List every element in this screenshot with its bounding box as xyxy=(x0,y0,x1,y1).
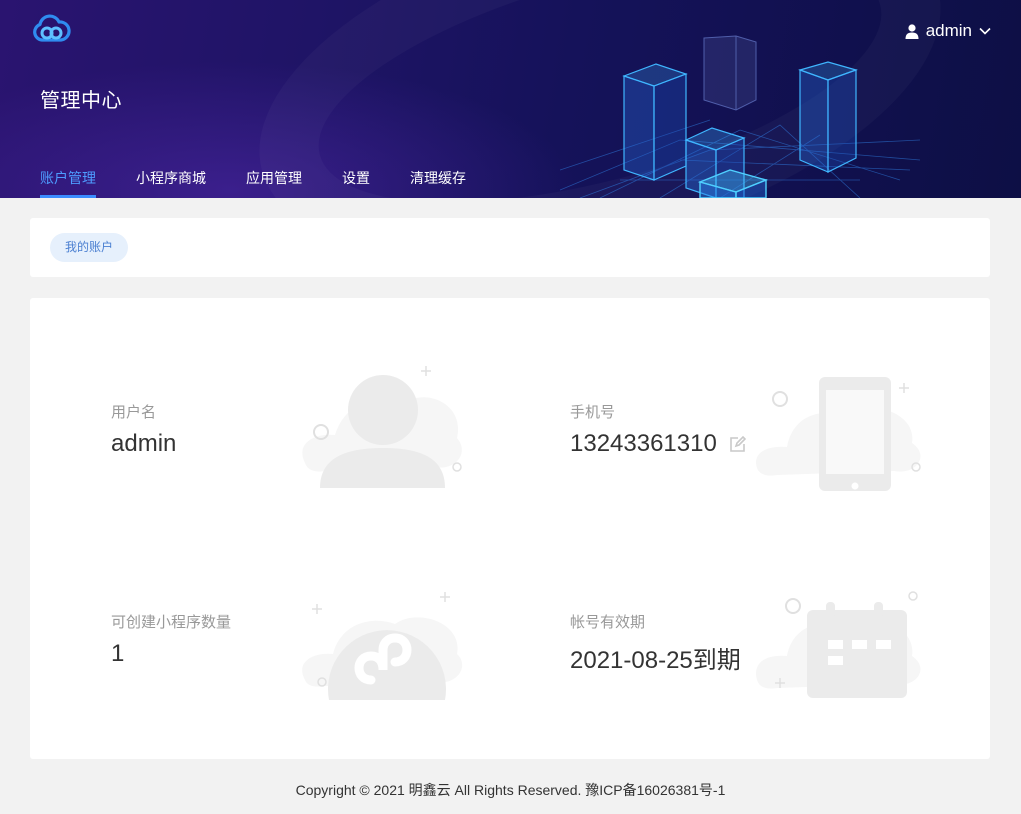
expiry-label: 帐号有效期 xyxy=(570,614,646,631)
quota-label: 可创建小程序数量 xyxy=(111,614,232,631)
quota-value: 1 xyxy=(111,640,231,668)
phone-value: 13243361310 xyxy=(570,430,746,458)
nav-account-management[interactable]: 账户管理 xyxy=(40,168,96,198)
nav-clear-cache[interactable]: 清理缓存 xyxy=(410,168,466,198)
phone-block: 手机号 13243361310 xyxy=(570,401,746,458)
username-value: admin xyxy=(111,430,176,458)
nav-settings[interactable]: 设置 xyxy=(342,168,370,198)
chevron-down-icon xyxy=(979,27,991,35)
breadcrumb-my-account[interactable]: 我的账户 xyxy=(50,233,129,262)
expiry-text: 2021-08-25到期 xyxy=(570,647,741,674)
expiry-block: 帐号有效期 2021-08-25到期 xyxy=(570,611,741,675)
username-label: 用户名 xyxy=(111,404,157,421)
breadcrumb: 我的账户 xyxy=(30,218,990,277)
main-nav: 账户管理 小程序商城 应用管理 设置 清理缓存 xyxy=(40,168,506,198)
calendar-illustration-icon xyxy=(756,591,921,698)
quota-block: 可创建小程序数量 1 xyxy=(111,611,231,668)
expiry-value: 2021-08-25到期 xyxy=(570,640,741,675)
mini-program-illustration-icon xyxy=(302,592,463,700)
user-illustration-icon xyxy=(302,366,462,488)
page-title: 管理中心 xyxy=(40,90,122,112)
user-name: admin xyxy=(925,21,972,40)
nav-mini-program-mall[interactable]: 小程序商城 xyxy=(136,168,206,198)
phone-text: 13243361310 xyxy=(570,430,717,457)
phone-illustration-icon xyxy=(756,377,921,491)
header: admin 管理中心 账户管理 小程序商城 应用管理 设置 清理缓存 xyxy=(0,0,1021,198)
city-illustration xyxy=(560,35,920,198)
quota-text: 1 xyxy=(111,640,125,667)
username-text: admin xyxy=(111,430,177,457)
footer-copyright: Copyright © 2021 明鑫云 All Rights Reserved… xyxy=(295,782,726,798)
username-block: 用户名 admin xyxy=(111,401,176,458)
cloud-logo-icon[interactable] xyxy=(31,12,71,44)
account-info-card: 用户名 admin 手机号 13243361310 可创建小程序数量 1 帐号有… xyxy=(30,298,990,759)
edit-icon[interactable] xyxy=(729,435,746,453)
nav-app-management[interactable]: 应用管理 xyxy=(246,168,302,198)
phone-label: 手机号 xyxy=(570,404,616,421)
